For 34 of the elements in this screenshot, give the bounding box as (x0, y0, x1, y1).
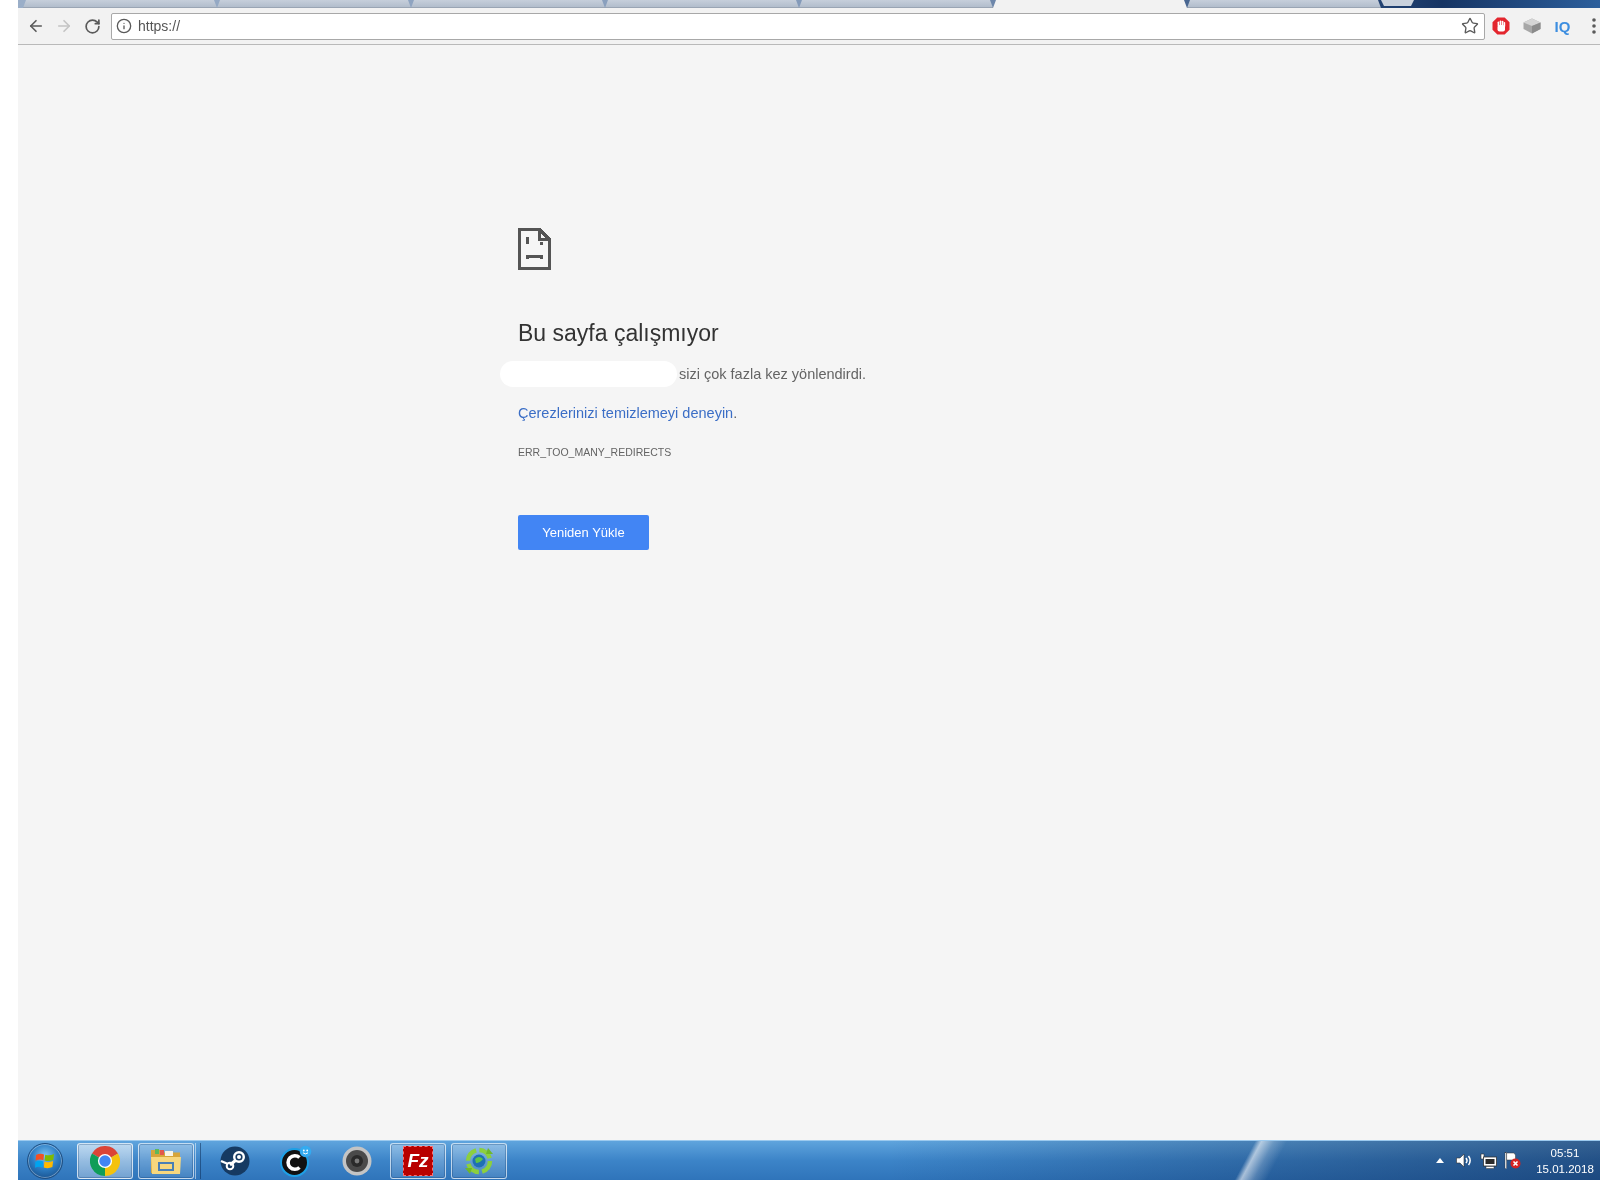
forward-arrow-icon (55, 17, 73, 35)
suggestion-text: Çerezlerinizi temizlemeyi deneyin. (518, 404, 738, 423)
extension-button[interactable]: IQ (1547, 12, 1578, 40)
tile-logo: Fz (403, 1145, 433, 1176)
caret-up-icon (1436, 1158, 1444, 1163)
folder-icon (150, 1146, 182, 1175)
start-button[interactable] (27, 1142, 63, 1179)
flag-error-icon (1503, 1152, 1521, 1169)
info-icon (116, 18, 132, 34)
arrows-globe-icon (464, 1145, 494, 1176)
gem-icon (1522, 18, 1541, 34)
volume-icon (1456, 1153, 1472, 1168)
clear-cookies-link[interactable]: Çerezlerinizi temizlemeyi deneyin (518, 405, 734, 421)
sad-page-icon (518, 228, 551, 270)
star-icon (1461, 17, 1479, 35)
new-tab-button[interactable] (1381, 0, 1414, 6)
reload-icon (83, 17, 101, 35)
menu-icon[interactable] (1592, 18, 1596, 34)
clock-date: 15.01.2018 (1536, 1161, 1594, 1177)
round-logo-icon (220, 1145, 250, 1176)
ring-logo-icon (280, 1144, 312, 1177)
monitor-icon (1479, 1152, 1497, 1169)
speaker-icon (342, 1145, 372, 1176)
clock-time: 05:51 (1550, 1145, 1580, 1161)
error-heading: Bu sayfa çalışmıyor (518, 319, 719, 347)
stop-hand-icon (1491, 17, 1510, 35)
url-text: https:// (138, 18, 181, 34)
address-field[interactable]: https:// (111, 12, 1485, 40)
flag-logo-icon (35, 1151, 55, 1170)
reload-button[interactable]: Yeniden Yükle (518, 515, 649, 550)
error-code: ERR_TOO_MANY_REDIRECTS (518, 445, 672, 459)
browser-logo-icon (90, 1145, 120, 1176)
taskbar-button[interactable]: Fz (390, 1142, 446, 1179)
redirect-message: sizi çok fazla kez yönlendirdi. (679, 365, 866, 384)
